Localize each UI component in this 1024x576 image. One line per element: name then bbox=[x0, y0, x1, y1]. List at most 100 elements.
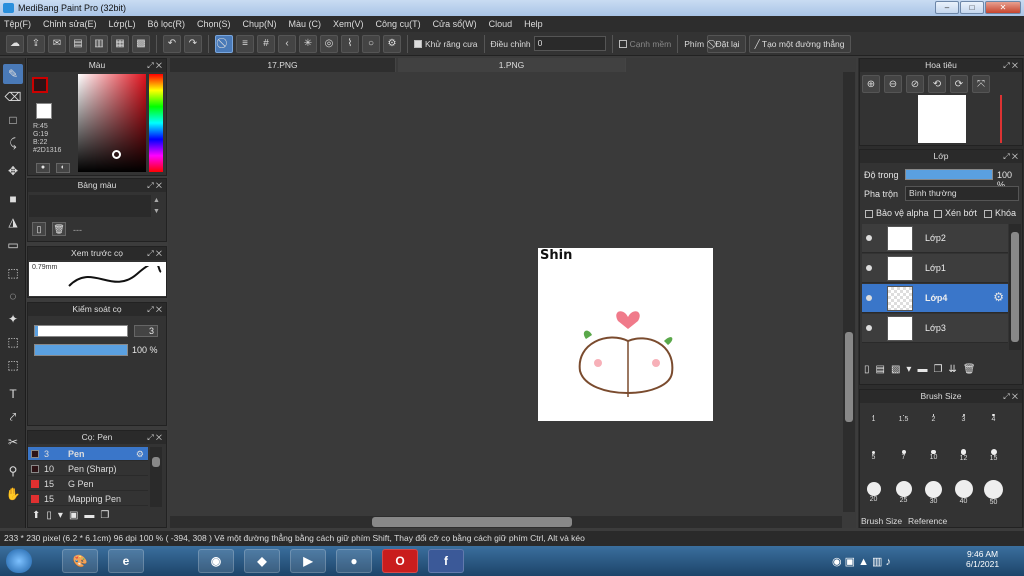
taskbar-media-icon[interactable]: ▶ bbox=[290, 549, 326, 573]
ellipse-snap-icon[interactable]: ○ bbox=[362, 34, 380, 53]
move-tool-icon[interactable]: ✥ bbox=[3, 161, 23, 181]
layer-row-selected[interactable]: Lớp4 ⚙ bbox=[862, 284, 1008, 313]
brush-list-scrollbar[interactable] bbox=[150, 447, 162, 507]
menu-file[interactable]: Tệp(F) bbox=[4, 19, 31, 29]
zoom-fit-icon[interactable]: ⊘ bbox=[906, 75, 924, 93]
brush-opacity-slider[interactable] bbox=[34, 344, 128, 356]
menu-layer[interactable]: Lớp(L) bbox=[109, 19, 136, 29]
panel-close-icon[interactable]: ⤢ ✕ bbox=[147, 59, 162, 72]
menu-window[interactable]: Cửa sổ(W) bbox=[433, 19, 477, 29]
cloud-icon[interactable]: ☁ bbox=[6, 34, 24, 53]
brush-size-slider[interactable] bbox=[34, 325, 128, 337]
add-brush-icon[interactable]: ▯ bbox=[46, 510, 52, 521]
brush-size-option[interactable]: 3 bbox=[950, 405, 977, 435]
brush-size-option[interactable]: 50 bbox=[980, 479, 1007, 509]
tab-reference[interactable]: Reference bbox=[908, 516, 947, 526]
brush-size-option[interactable]: 10 bbox=[920, 442, 947, 472]
close-button[interactable]: ✕ bbox=[985, 1, 1021, 14]
canvas-vertical-scrollbar[interactable] bbox=[843, 72, 855, 512]
redo-icon[interactable]: ↷ bbox=[184, 34, 202, 53]
brush-item[interactable]: 15 Mapping Pen bbox=[28, 492, 148, 506]
tab-17-png[interactable]: 17.PNG bbox=[170, 58, 396, 72]
menu-snap[interactable]: Chụp(N) bbox=[243, 19, 277, 29]
rotate-left-icon[interactable]: ⟲ bbox=[928, 75, 946, 93]
clipping-checkbox[interactable]: Xén bớt bbox=[934, 208, 977, 218]
lock-checkbox[interactable]: Khóa bbox=[984, 208, 1016, 218]
eraser-tool-icon[interactable]: ⌫ bbox=[3, 87, 23, 107]
magic-wand-icon[interactable]: ✦ bbox=[3, 309, 23, 329]
navigator-thumbnail[interactable] bbox=[918, 95, 966, 143]
panel-close-icon[interactable]: ⤢ ✕ bbox=[1003, 59, 1018, 72]
save-icon[interactable]: ▥ bbox=[90, 34, 108, 53]
new-layer-icon[interactable]: ▯ bbox=[864, 364, 870, 375]
tab-1-png[interactable]: 1.PNG bbox=[398, 58, 626, 72]
new-halftone-layer-icon[interactable]: ▤ bbox=[876, 364, 885, 375]
canvas-horizontal-scrollbar[interactable] bbox=[170, 516, 842, 528]
brush-menu-icon[interactable]: ▾ bbox=[58, 510, 63, 521]
menu-help[interactable]: Help bbox=[524, 19, 543, 29]
brush-duplicate-icon[interactable]: ❐ bbox=[100, 510, 109, 521]
settings-icon[interactable]: ⚙ bbox=[383, 34, 401, 53]
brush-size-option[interactable]: 4 bbox=[980, 405, 1007, 435]
menu-select[interactable]: Chọn(S) bbox=[197, 19, 231, 29]
color-picker-cursor[interactable] bbox=[112, 150, 121, 159]
delete-palette-icon[interactable]: 🗑 bbox=[52, 222, 66, 236]
taskbar-facebook-icon[interactable]: f bbox=[428, 549, 464, 573]
layer-opacity-slider[interactable] bbox=[905, 169, 993, 180]
brush-size-option[interactable]: 30 bbox=[920, 479, 947, 509]
adjust-select[interactable]: 0 bbox=[533, 36, 606, 51]
transparent-color-swatch[interactable] bbox=[36, 103, 52, 119]
brush-size-option[interactable]: 25 bbox=[890, 479, 917, 509]
gradient-tool-icon[interactable]: ▭ bbox=[3, 235, 23, 255]
flip-icon[interactable]: ⤧ bbox=[972, 75, 990, 93]
brush-size-option[interactable]: 20 bbox=[860, 479, 887, 509]
brush-size-option[interactable]: 15 bbox=[980, 442, 1007, 472]
layer-settings-icon[interactable]: ⚙ bbox=[993, 290, 1004, 304]
bucket-tool-icon[interactable]: ◮ bbox=[3, 212, 23, 232]
hand-tool-icon[interactable]: ✋ bbox=[3, 484, 23, 504]
share-icon[interactable]: ⇪ bbox=[27, 34, 45, 53]
palette-swatches[interactable] bbox=[29, 195, 151, 217]
grid-icon[interactable]: ▩ bbox=[132, 34, 150, 53]
parallel-snap-icon[interactable]: ≡ bbox=[236, 34, 254, 53]
brush-item[interactable]: 3 Pen ⚙ bbox=[28, 447, 148, 461]
brush-tool-icon[interactable]: ✎ bbox=[3, 64, 23, 84]
add-color-icon[interactable]: ◐ bbox=[56, 163, 70, 173]
comment-icon[interactable]: ✉ bbox=[48, 34, 66, 53]
visibility-eye-icon[interactable] bbox=[866, 235, 872, 241]
new-palette-icon[interactable]: ▯ bbox=[32, 222, 46, 236]
zoom-in-icon[interactable]: ⊕ bbox=[862, 75, 880, 93]
visibility-eye-icon[interactable] bbox=[866, 265, 872, 271]
tray-icons[interactable]: ◉ ▣ ▲ ▥ ♪ bbox=[832, 555, 891, 568]
brush-size-option[interactable]: 7 bbox=[890, 442, 917, 472]
panel-close-icon[interactable]: ⤢ ✕ bbox=[1003, 390, 1018, 403]
brush-item[interactable]: 10 Pen (Sharp) bbox=[28, 462, 148, 476]
minimize-button[interactable]: – bbox=[935, 1, 959, 14]
foreground-color-swatch[interactable] bbox=[32, 77, 48, 93]
cross-snap-icon[interactable]: # bbox=[257, 34, 275, 53]
tab-brush-size[interactable]: Brush Size bbox=[861, 516, 902, 526]
start-button[interactable] bbox=[6, 549, 32, 573]
brush-size-option[interactable]: 1 bbox=[860, 405, 887, 435]
shape-tool-icon[interactable]: □ bbox=[3, 110, 23, 130]
layer-row[interactable]: Lớp1 bbox=[862, 254, 1008, 283]
brush-size-option[interactable]: 12 bbox=[950, 442, 977, 472]
operation-tool-icon[interactable]: ⤤ bbox=[3, 407, 23, 427]
visibility-eye-icon[interactable] bbox=[866, 295, 872, 301]
swap-color-icon[interactable]: ● bbox=[36, 163, 50, 173]
layer-add-menu-icon[interactable]: ▾ bbox=[906, 364, 911, 375]
cloud-brush-icon[interactable]: ⬆ bbox=[32, 510, 40, 521]
protect-alpha-checkbox[interactable]: Bảo vệ alpha bbox=[865, 208, 929, 218]
palette-scroll-icon[interactable]: ▲ ▼ bbox=[153, 195, 163, 217]
merge-layer-icon[interactable]: ⇊ bbox=[948, 364, 956, 375]
circle-snap-icon[interactable]: ◎ bbox=[320, 34, 338, 53]
blend-mode-select[interactable]: Bình thường bbox=[905, 186, 1019, 201]
taskbar-ie-icon[interactable]: e bbox=[108, 549, 144, 573]
taskbar-medibang-icon[interactable]: ● bbox=[336, 549, 372, 573]
snap-off-icon[interactable]: ⃠ bbox=[215, 34, 233, 53]
menu-edit[interactable]: Chỉnh sửa(E) bbox=[43, 19, 97, 29]
layer-folder-icon[interactable]: ▬ bbox=[917, 364, 927, 375]
layer-list-scrollbar[interactable] bbox=[1009, 224, 1021, 350]
lasso-tool-icon[interactable]: ◌ bbox=[3, 286, 23, 306]
curve-snap-icon[interactable]: ⌇ bbox=[341, 34, 359, 53]
